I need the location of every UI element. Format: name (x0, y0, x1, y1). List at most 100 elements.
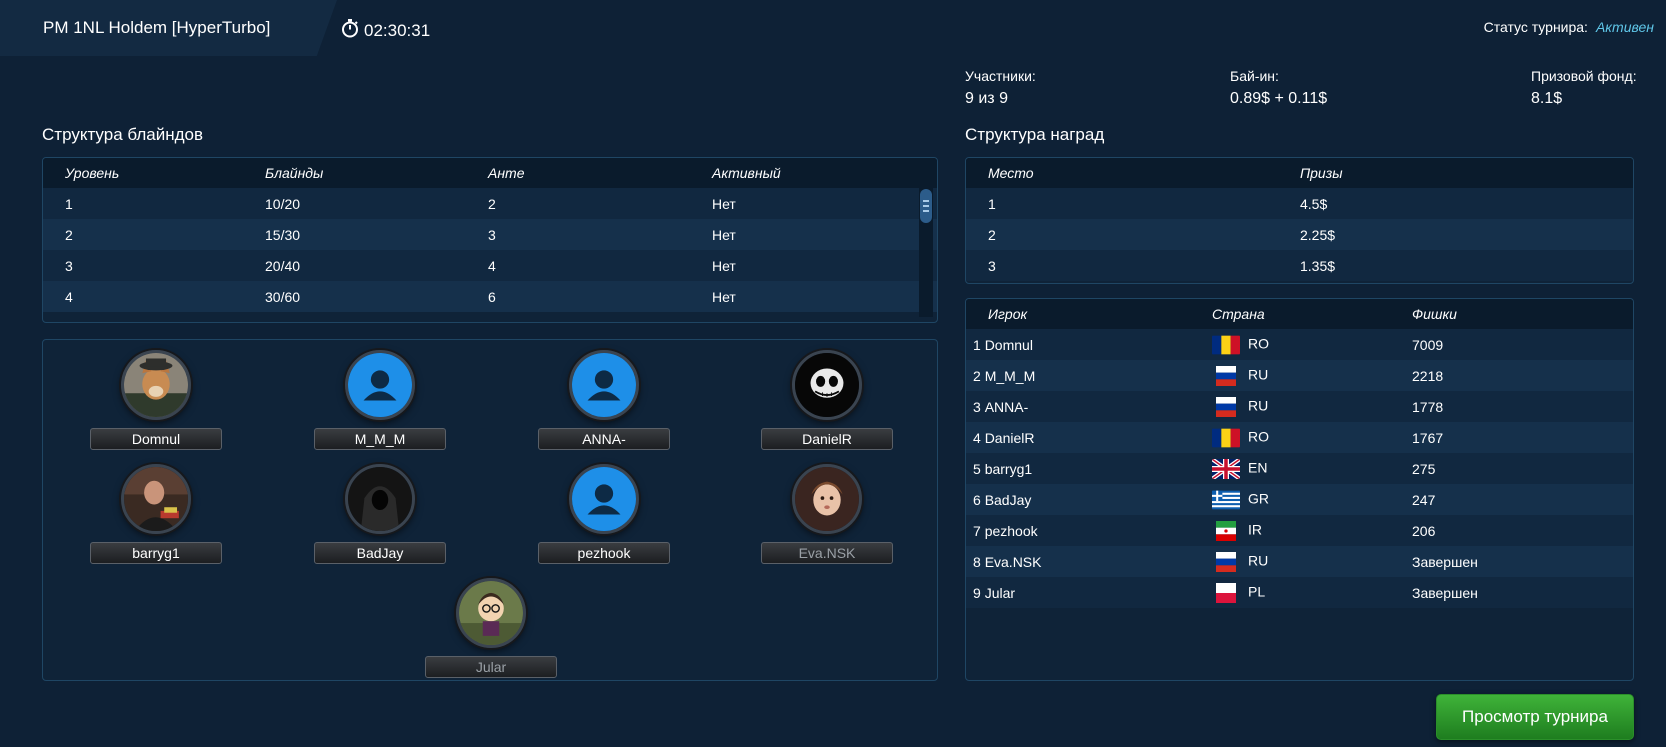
seats-panel: Domnul M_M_M ANNA- DanielR barryg1 BadJa… (42, 339, 938, 681)
rank-cell: 6 (973, 491, 981, 508)
man-photo-avatar (121, 464, 191, 534)
dog-photo-avatar (121, 350, 191, 420)
seat-name: BadJay (314, 542, 446, 564)
seat-name: ANNA- (538, 428, 670, 450)
ante-cell: 6 (488, 288, 496, 305)
country-cell: RU (1248, 552, 1269, 569)
country-cell: RO (1248, 335, 1269, 352)
country-cell: IR (1248, 521, 1262, 538)
tournament-title: PM 1NL Holdem [HyperTurbo] (43, 18, 271, 37)
romania-flag-icon (1212, 335, 1240, 355)
country-cell: RU (1248, 397, 1269, 414)
prize-cell: 4.5$ (1300, 195, 1328, 212)
chips-cell: Завершен (1412, 584, 1478, 601)
participants-label: Участники: (965, 68, 1036, 84)
country-cell: GR (1248, 490, 1269, 507)
view-tournament-button[interactable]: Просмотр турнира (1436, 694, 1634, 740)
col-country: Страна (1212, 306, 1265, 322)
seat-name: Jular (425, 656, 557, 678)
player-seat[interactable]: M_M_M (314, 350, 446, 450)
table-row[interactable]: 8 Eva.NSK RU Завершен (966, 546, 1633, 577)
table-row: 2 15/30 3 Нет (43, 219, 937, 250)
table-row[interactable]: 1 Domnul RO 7009 (966, 329, 1633, 360)
player-seat[interactable]: Jular (425, 578, 557, 678)
table-row[interactable]: 9 Jular PL Завершен (966, 577, 1633, 608)
seat-name: barryg1 (90, 542, 222, 564)
seat-name: Eva.NSK (761, 542, 893, 564)
iran-flag-icon (1212, 520, 1240, 541)
player-name-cell: barryg1 (984, 460, 1033, 477)
player-name-cell: Eva.NSK (984, 553, 1042, 570)
player-seat[interactable]: DanielR (761, 350, 893, 450)
player-seat[interactable]: Eva.NSK (761, 464, 893, 564)
buyin-value: 0.89$ + 0.11$ (1230, 90, 1328, 107)
player-seat[interactable]: barryg1 (90, 464, 222, 564)
player-seat[interactable]: Domnul (90, 350, 222, 450)
player-seat[interactable]: pezhook (538, 464, 670, 564)
poland-flag-icon (1212, 582, 1240, 603)
status-value: Активен (1595, 19, 1654, 35)
active-cell: Нет (712, 257, 736, 274)
table-row[interactable]: 3 ANNA- RU 1778 (966, 391, 1633, 422)
scrollbar-thumb[interactable] (920, 189, 932, 223)
blinds-table-body: 1 10/20 2 Нет 2 15/30 3 Нет 3 20/40 4 Не… (43, 188, 937, 312)
rank-cell: 8 (973, 553, 981, 570)
table-row[interactable]: 4 DanielR RO 1767 (966, 422, 1633, 453)
child-photo-avatar (792, 464, 862, 534)
prize-pool-stat: Призовой фонд: 8.1$ (1531, 68, 1637, 108)
chips-cell: 2218 (1412, 367, 1444, 384)
default-user-avatar (345, 350, 415, 420)
player-name-cell: ANNA- (984, 398, 1029, 415)
table-row[interactable]: 2 M_M_M RU 2218 (966, 360, 1633, 391)
seat-name: Domnul (90, 428, 222, 450)
col-chips: Фишки (1412, 306, 1457, 322)
timer-value: 02:30:31 (364, 20, 431, 40)
rank-cell: 1 (973, 336, 981, 353)
col-blinds: Блайнды (265, 165, 324, 181)
chips-cell: 1778 (1412, 398, 1444, 415)
prize-pool-label: Призовой фонд: (1531, 68, 1637, 84)
prize-pool-value: 8.1$ (1531, 90, 1563, 107)
default-user-avatar (569, 350, 639, 420)
seat-name: DanielR (761, 428, 893, 450)
player-name-cell: Domnul (984, 336, 1033, 353)
place-cell: 3 (988, 257, 996, 274)
rank-cell: 7 (973, 522, 981, 539)
country-cell: RU (1248, 366, 1269, 383)
ante-cell: 4 (488, 257, 496, 274)
table-row[interactable]: 6 BadJay GR 247 (966, 484, 1633, 515)
participants-value: 9 из 9 (965, 90, 1008, 107)
player-name-cell: pezhook (984, 522, 1038, 539)
table-row: 2 2.25$ (966, 219, 1633, 250)
blinds-cell: 20/40 (265, 257, 301, 274)
prizes-table: Место Призы 1 4.5$ 2 2.25$ 3 1.35$ (965, 157, 1634, 284)
blinds-cell: 10/20 (265, 195, 301, 212)
player-name-cell: Jular (984, 584, 1016, 601)
top-bar: PM 1NL Holdem [HyperTurbo] 02:30:31 Стат… (0, 0, 1666, 56)
cartoon-avatar (456, 578, 526, 648)
chips-cell: 1767 (1412, 429, 1444, 446)
table-row[interactable]: 7 pezhook IR 206 (966, 515, 1633, 546)
buyin-label: Бай-ин: (1230, 68, 1279, 84)
prizes-table-body: 1 4.5$ 2 2.25$ 3 1.35$ (966, 188, 1633, 281)
uk-flag-icon (1212, 458, 1240, 479)
skull-avatar (792, 350, 862, 420)
prizes-section-title: Структура наград (965, 125, 1105, 144)
level-cell: 2 (65, 226, 73, 243)
blinds-table-header: Уровень Блайнды Анте Активный (43, 158, 937, 188)
ante-cell: 3 (488, 226, 496, 243)
blinds-cell: 30/60 (265, 288, 301, 305)
rank-cell: 3 (973, 398, 981, 415)
chips-cell: 7009 (1412, 336, 1444, 353)
players-table-body: 1 Domnul RO 7009 2 M_M_M RU 2218 3 ANNA-… (966, 329, 1633, 608)
table-row[interactable]: 5 barryg1 EN 275 (966, 453, 1633, 484)
country-cell: PL (1248, 583, 1266, 600)
player-seat[interactable]: ANNA- (538, 350, 670, 450)
active-cell: Нет (712, 226, 736, 243)
greece-flag-icon (1212, 490, 1240, 510)
player-seat[interactable]: BadJay (314, 464, 446, 564)
blinds-scrollbar[interactable] (919, 188, 933, 317)
ante-cell: 2 (488, 195, 496, 212)
russia-flag-icon (1212, 396, 1240, 417)
tournament-status: Статус турнира: Активен (1484, 19, 1654, 35)
